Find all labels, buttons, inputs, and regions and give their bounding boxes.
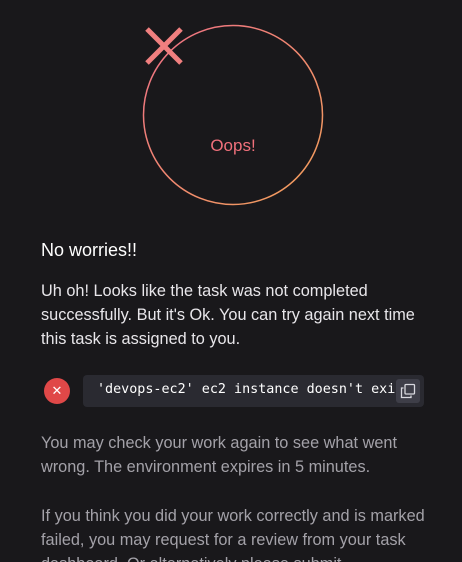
copy-icon — [400, 383, 416, 399]
result-message: Uh oh! Looks like the task was not compl… — [41, 282, 415, 348]
copy-button[interactable] — [396, 379, 420, 403]
status-circle: Oops! — [142, 24, 324, 206]
error-row: ✕ 'devops-ec2' ec2 instance doesn't exis… — [44, 375, 424, 407]
status-label: Oops! — [210, 136, 256, 155]
error-code-text: 'devops-ec2' ec2 instance doesn't exist. — [97, 382, 420, 397]
error-code-box: 'devops-ec2' ec2 instance doesn't exist. — [83, 375, 424, 407]
result-page: Oops! No worries!! Uh oh! Looks like the… — [0, 0, 462, 562]
result-heading: No worries!! — [41, 240, 138, 260]
x-icon — [145, 27, 183, 65]
info-text-review: If you think you did your work correctly… — [41, 507, 425, 562]
error-badge-icon: ✕ — [44, 378, 70, 404]
info-text-check: You may check your work again to see wha… — [41, 434, 397, 476]
